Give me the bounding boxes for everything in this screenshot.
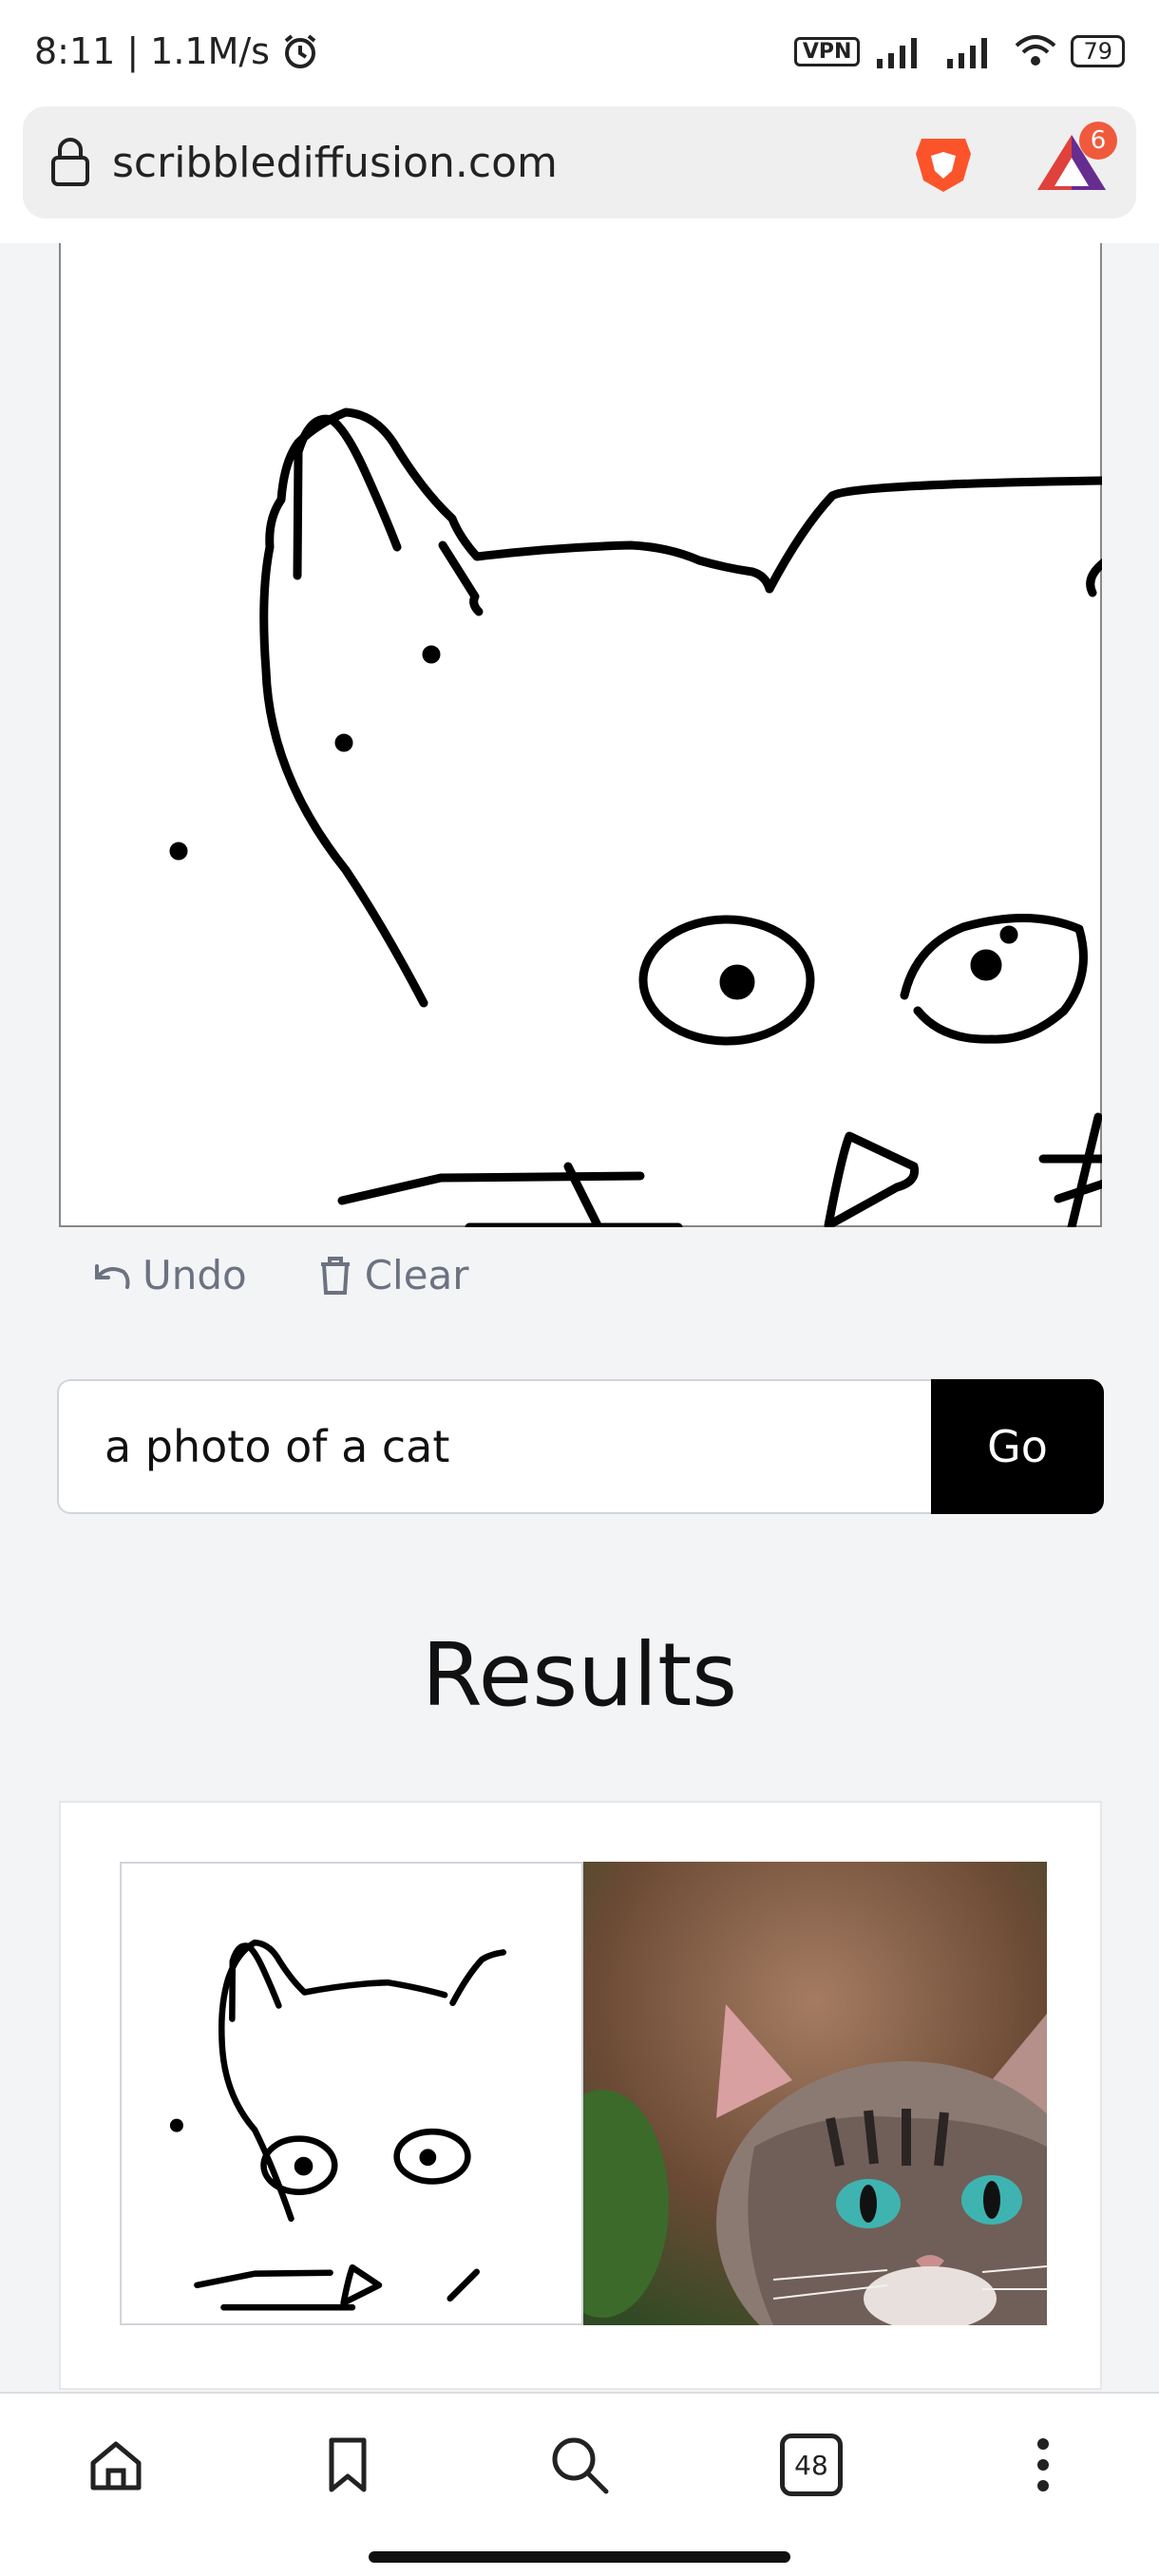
lock-icon bbox=[51, 138, 89, 186]
prompt-input[interactable] bbox=[57, 1379, 931, 1514]
clear-label: Clear bbox=[364, 1252, 469, 1298]
canvas-tools: Undo Clear bbox=[91, 1252, 469, 1298]
signal-icon-2 bbox=[947, 38, 988, 68]
brave-lion-icon[interactable] bbox=[910, 129, 977, 196]
search-icon bbox=[552, 2437, 609, 2494]
trash-icon bbox=[320, 1256, 350, 1295]
more-vertical-icon bbox=[1037, 2438, 1049, 2491]
undo-icon bbox=[95, 1263, 130, 1289]
clear-button[interactable]: Clear bbox=[317, 1252, 469, 1298]
wifi-icon bbox=[1016, 35, 1056, 66]
rewards-badge: 6 bbox=[1079, 122, 1117, 160]
status-right: VPN 79 bbox=[793, 32, 1125, 70]
result-generated-cat-image bbox=[583, 1862, 1047, 2325]
menu-button[interactable] bbox=[1000, 2422, 1086, 2508]
vpn-badge: VPN bbox=[793, 36, 861, 66]
status-net-speed: 1.1M/s bbox=[150, 30, 270, 72]
browser-toolbar: scribblediffusion.com 6 bbox=[0, 103, 1159, 243]
signal-icon bbox=[877, 38, 918, 68]
gesture-area bbox=[0, 2534, 1159, 2576]
address-bar[interactable]: scribblediffusion.com 6 bbox=[23, 106, 1136, 218]
status-divider: | bbox=[126, 30, 140, 72]
results-heading: Results bbox=[421, 1624, 738, 1726]
result-scribble-image bbox=[120, 1862, 583, 2325]
bookmarks-button[interactable] bbox=[305, 2422, 390, 2508]
status-bar: 8:11 | 1.1M/s VPN 79 bbox=[0, 0, 1159, 103]
home-icon bbox=[90, 2441, 142, 2491]
drawing-canvas[interactable] bbox=[59, 243, 1102, 1227]
scribble-drawing bbox=[169, 407, 1102, 1227]
alarm-icon bbox=[284, 34, 316, 68]
result-card[interactable] bbox=[59, 1801, 1102, 2390]
status-left: 8:11 | 1.1M/s bbox=[34, 30, 319, 72]
go-button[interactable]: Go bbox=[931, 1379, 1104, 1514]
tabs-button[interactable]: 48 bbox=[769, 2422, 854, 2508]
bookmark-icon bbox=[329, 2437, 367, 2492]
status-time: 8:11 bbox=[34, 30, 116, 72]
gesture-bar[interactable] bbox=[369, 2551, 790, 2563]
undo-label: Undo bbox=[142, 1252, 247, 1298]
undo-button[interactable]: Undo bbox=[91, 1252, 247, 1298]
tab-count: 48 bbox=[780, 2434, 843, 2496]
home-button[interactable] bbox=[73, 2422, 159, 2508]
battery-indicator: 79 bbox=[1071, 35, 1125, 67]
url-text[interactable]: scribblediffusion.com bbox=[112, 139, 910, 187]
bottom-navigation: 48 bbox=[0, 2392, 1159, 2536]
search-button[interactable] bbox=[537, 2422, 622, 2508]
brave-rewards-icon[interactable]: 6 bbox=[1034, 122, 1117, 196]
prompt-form: Go bbox=[57, 1379, 1104, 1514]
